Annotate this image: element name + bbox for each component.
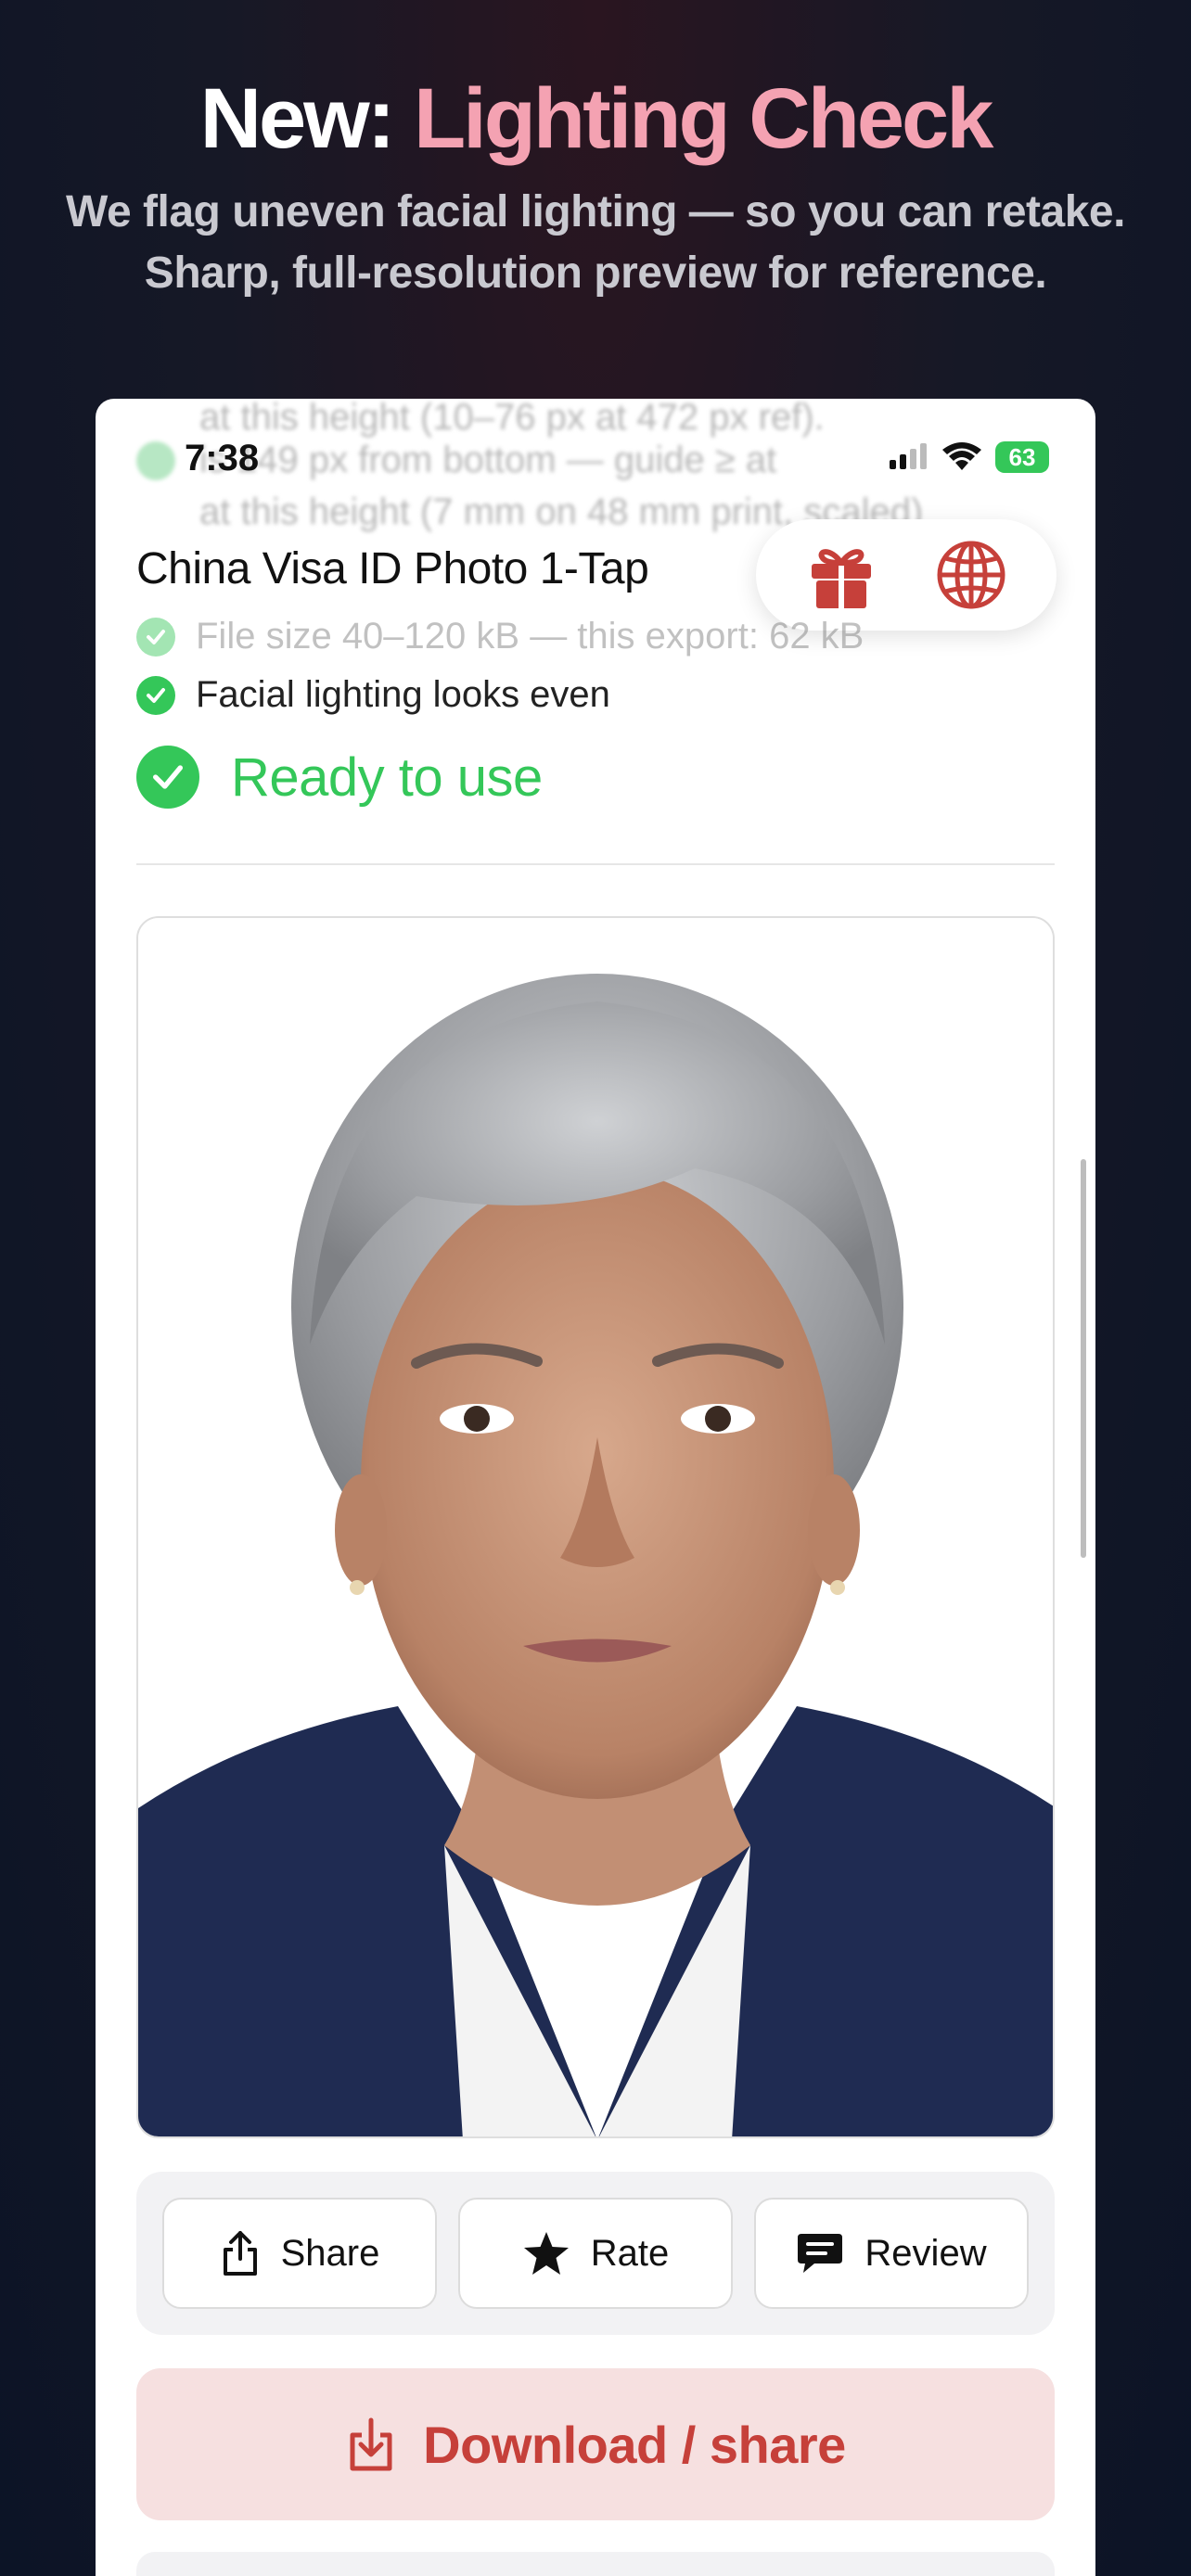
gift-button[interactable] [795, 529, 888, 621]
star-icon [523, 2232, 569, 2275]
download-icon [350, 2417, 392, 2471]
review-label: Review [864, 2232, 987, 2274]
portrait-image [138, 918, 1053, 2136]
check-icon [136, 617, 175, 657]
share-button[interactable]: Share [162, 2198, 437, 2309]
check-item: File size 40–120 kB — this export: 62 kB [136, 616, 864, 657]
signal-icon [890, 443, 927, 469]
battery-indicator: 63 [995, 441, 1049, 473]
app-title: China Visa ID Photo 1-Tap [136, 544, 649, 593]
check-item: Facial lighting looks even [136, 674, 610, 716]
scrollbar[interactable] [1081, 1159, 1086, 1558]
check-label: File size 40–120 kB — this export: 62 kB [196, 616, 864, 657]
download-label: Download / share [423, 2415, 846, 2474]
status-icons: 63 [888, 441, 1049, 473]
rate-button[interactable]: Rate [458, 2198, 733, 2309]
action-bar: Share Rate Review [136, 2172, 1055, 2335]
globe-icon [937, 541, 1005, 609]
promo-title: New: Lighting Check [0, 70, 1191, 168]
status-time: 7:38 [185, 438, 260, 478]
wifi-icon [942, 442, 981, 470]
blurred-check-dot [136, 441, 175, 480]
divider [136, 863, 1055, 865]
share-icon [223, 2231, 257, 2276]
id-photo-preview[interactable] [136, 916, 1055, 2138]
promo-title-lead: New: [199, 71, 396, 166]
gift-icon [812, 549, 871, 608]
check-icon [136, 675, 175, 715]
promo-subtitle-line1: We flag uneven facial lighting — so you … [66, 187, 1125, 236]
promo-title-accent: Lighting Check [413, 71, 993, 166]
ready-check-icon [136, 746, 199, 809]
blurred-check-line-2: is 149 px from bottom — guide ≥ at [199, 440, 777, 480]
language-button[interactable] [925, 529, 1018, 621]
promo-subtitle: We flag uneven facial lighting — so you … [0, 182, 1191, 304]
header-action-pill [756, 519, 1057, 631]
download-share-button[interactable]: Download / share [136, 2368, 1055, 2520]
blurred-check-line-1: at this height (10–76 px at 472 px ref). [199, 399, 825, 438]
check-label: Facial lighting looks even [196, 674, 610, 715]
next-section-peek [136, 2552, 1055, 2576]
phone-screen: at this height (10–76 px at 472 px ref).… [96, 399, 1095, 2576]
ready-status: Ready to use [136, 746, 543, 809]
message-icon [798, 2234, 843, 2273]
ready-label: Ready to use [231, 746, 543, 808]
review-button[interactable]: Review [754, 2198, 1029, 2309]
promo-subtitle-line2: Sharp, full-resolution preview for refer… [144, 249, 1047, 298]
share-label: Share [280, 2232, 380, 2274]
rate-label: Rate [590, 2232, 670, 2274]
